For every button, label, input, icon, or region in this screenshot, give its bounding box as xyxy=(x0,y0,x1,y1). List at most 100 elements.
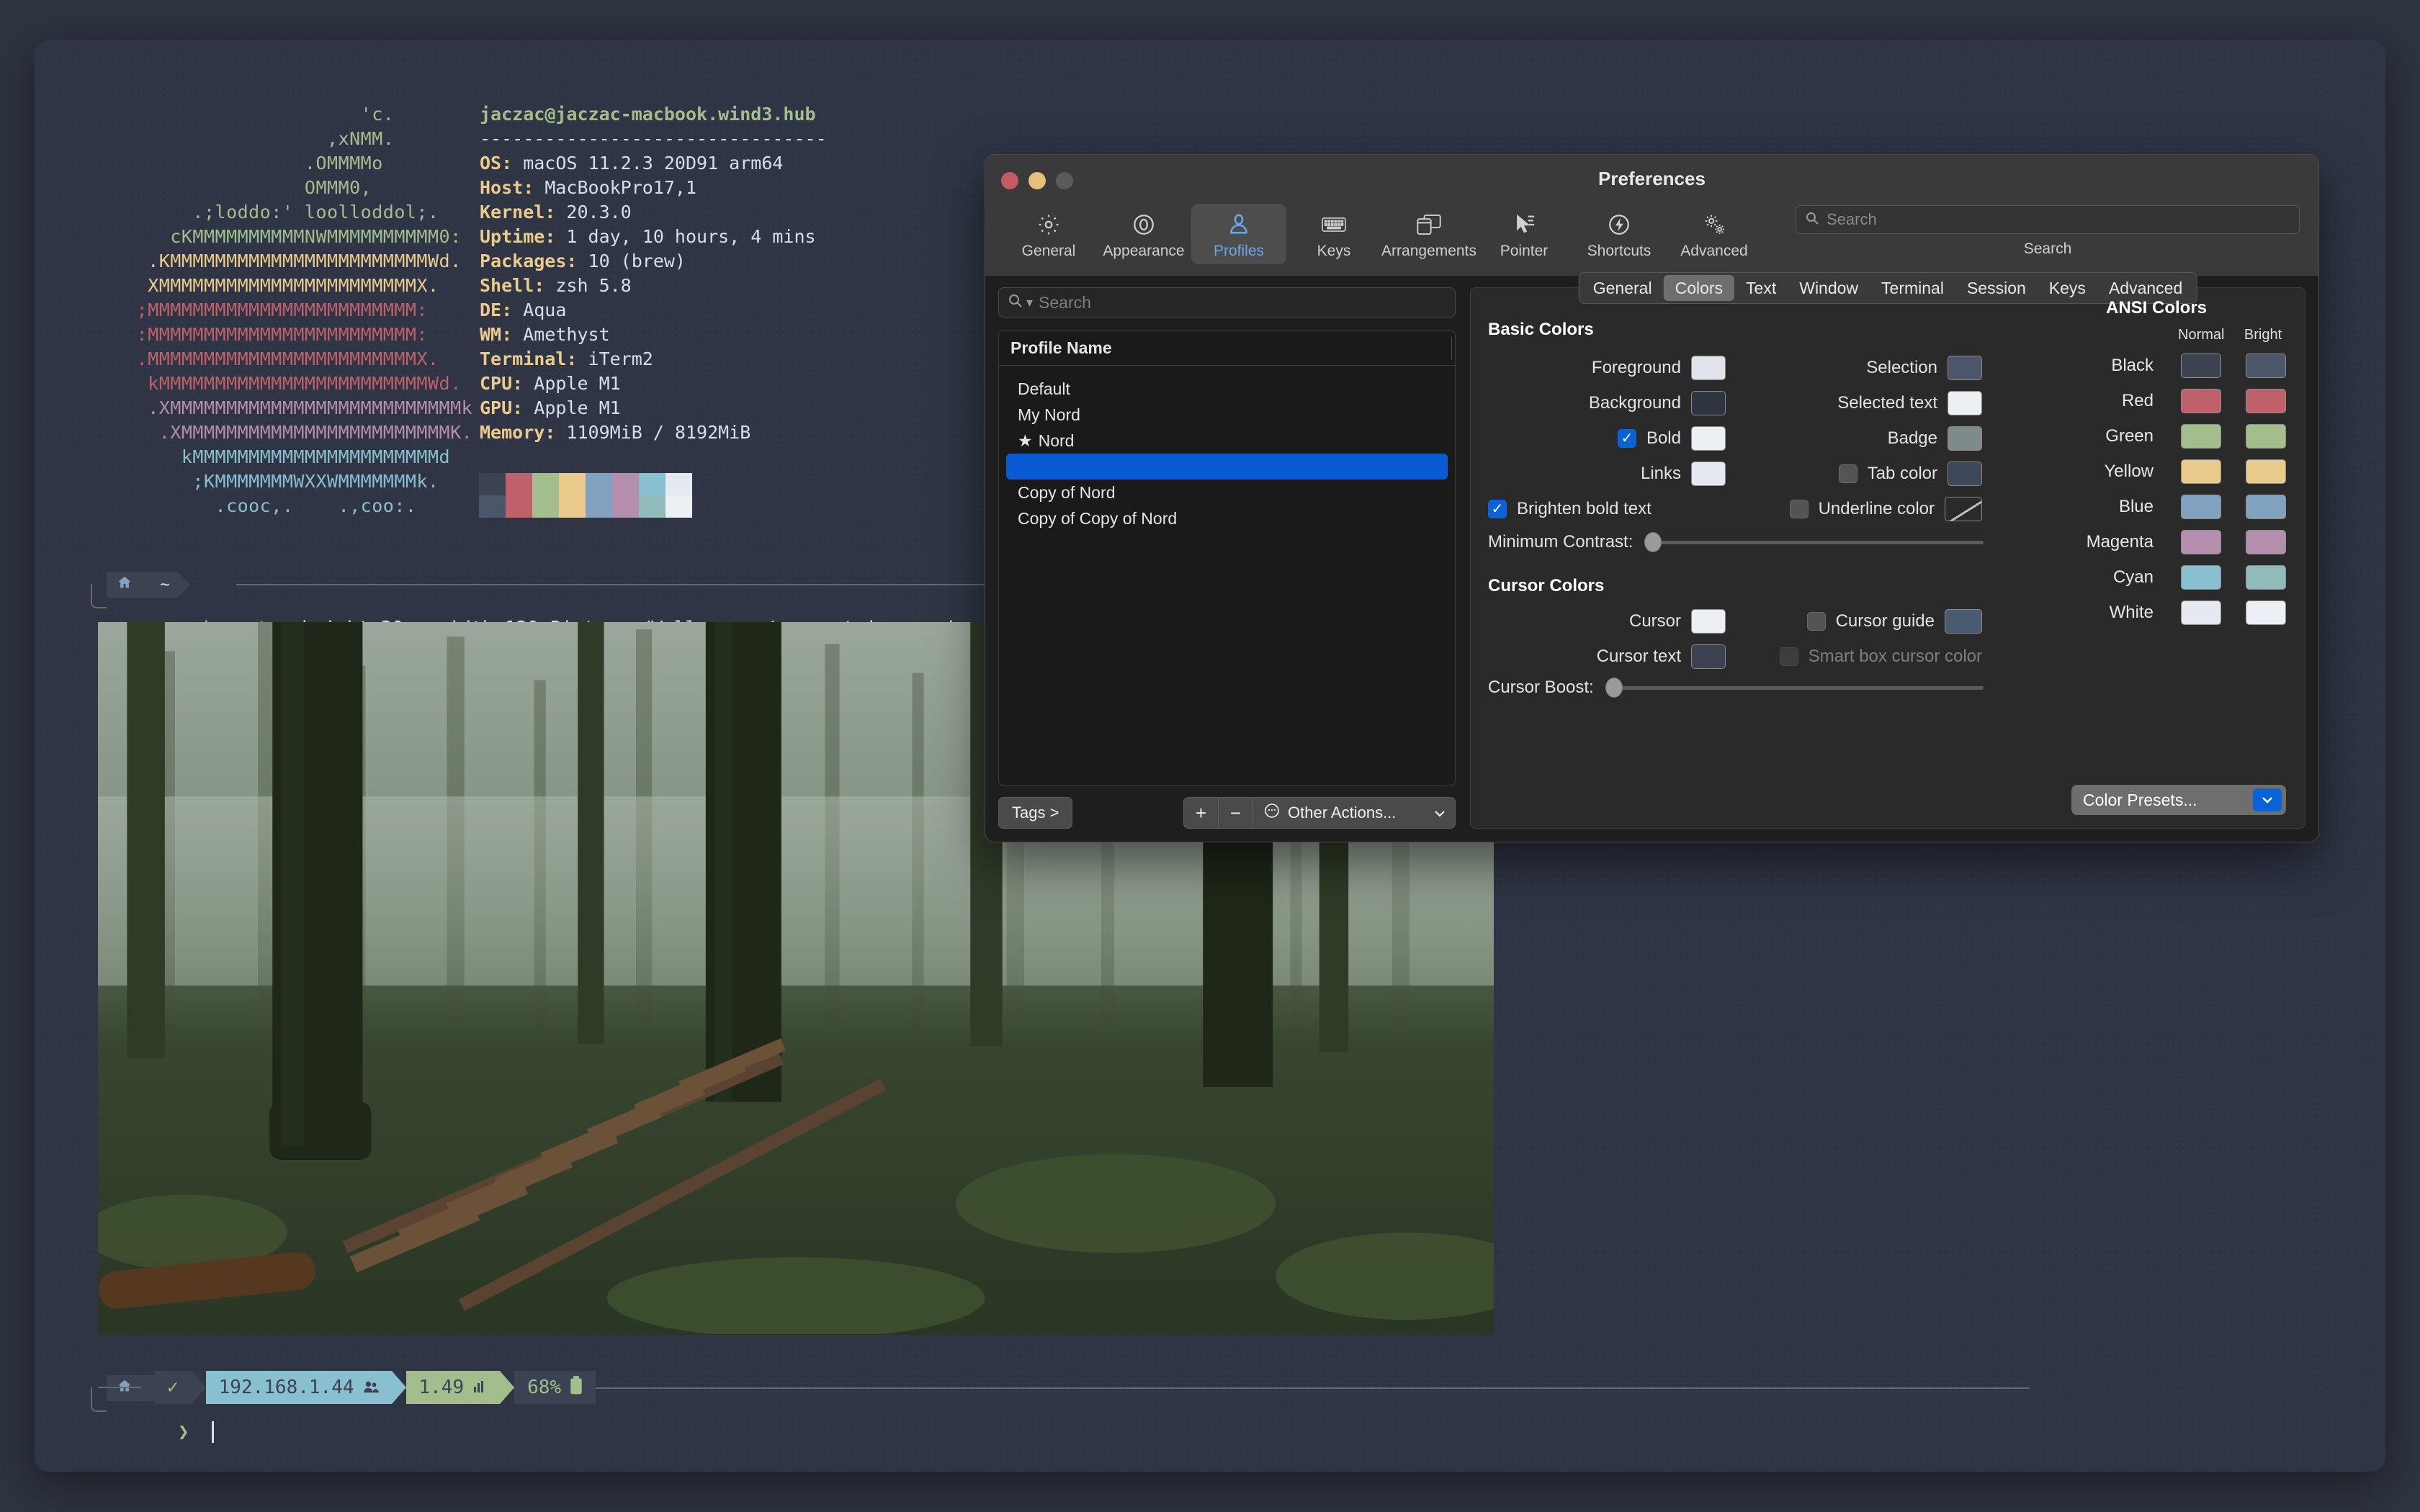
profile-list-item[interactable]: My Nord xyxy=(1006,402,1448,428)
ansi-swatch-bright[interactable] xyxy=(2246,423,2286,449)
color-swatch[interactable] xyxy=(1948,355,1982,380)
toolbar-item-pointer[interactable]: Pointer xyxy=(1476,204,1572,264)
toolbar-item-keys[interactable]: Keys xyxy=(1286,204,1381,264)
color-swatch[interactable] xyxy=(1948,426,1982,451)
ascii-line: OMMM0, xyxy=(103,177,372,198)
toolbar-item-advanced[interactable]: Advanced xyxy=(1667,204,1762,264)
ansi-swatch-normal[interactable] xyxy=(2181,388,2221,413)
color-swatch[interactable] xyxy=(1691,355,1726,380)
ansi-swatch-normal[interactable] xyxy=(2181,353,2221,378)
toolbar-item-appearance[interactable]: Appearance xyxy=(1096,204,1191,264)
add-profile-button[interactable]: + xyxy=(1184,798,1219,828)
search-input[interactable]: Search xyxy=(1796,205,2300,234)
gear-icon xyxy=(1036,210,1061,240)
profiles-rows: Default My Nord ★ Nord Copy of Nord Copy of C… xyxy=(999,366,1455,531)
slider-knob[interactable] xyxy=(1605,678,1623,698)
color-row-tab-color: Tab color xyxy=(1744,456,1982,491)
neofetch-entry: Memory: 1109MiB / 8192MiB xyxy=(480,420,827,445)
eye-icon xyxy=(1131,210,1156,240)
neofetch-entry-key: Kernel: xyxy=(480,202,556,222)
underline-color-checkbox[interactable] xyxy=(1789,499,1809,518)
toolbar-item-general[interactable]: General xyxy=(1001,204,1096,264)
slider-knob[interactable] xyxy=(1644,532,1662,552)
ansi-swatch-normal[interactable] xyxy=(2181,564,2221,590)
profile-list-item[interactable]: Default xyxy=(1006,376,1448,402)
underline-color-swatch[interactable] xyxy=(1945,496,1982,521)
neofetch-userhost: jaczac@jaczac-macbook.wind3.hub xyxy=(480,104,816,125)
toolbar-search-group: Search Search xyxy=(1796,205,2300,258)
slider-track xyxy=(1605,685,1984,690)
cursor-guide-swatch[interactable] xyxy=(1945,608,1982,634)
toolbar-item-profiles[interactable]: Profiles xyxy=(1191,204,1286,264)
palette-swatch xyxy=(506,495,532,518)
color-swatch[interactable] xyxy=(1691,608,1726,634)
ansi-swatch-bright[interactable] xyxy=(2246,388,2286,413)
other-actions-button[interactable]: Other Actions... xyxy=(1253,798,1455,828)
status-ok: ✓ xyxy=(154,1371,192,1404)
search-caption: Search xyxy=(2023,240,2072,257)
palette-swatch xyxy=(559,473,586,495)
toolbar-item-shortcuts[interactable]: Shortcuts xyxy=(1572,204,1667,264)
command-line-2: ❯ xyxy=(110,1400,225,1464)
profiles-search-input[interactable]: ▾ Search xyxy=(998,287,1456,318)
profile-list-item[interactable] xyxy=(1006,454,1448,480)
ascii-line: .XMMMMMMMMMMMMMMMMMMMMMMMMK. xyxy=(103,422,473,443)
ascii-line: kMMMMMMMMMMMMMMMMMMMMMMd xyxy=(103,446,451,467)
brighten-bold-checkbox[interactable]: ✓ xyxy=(1488,499,1507,518)
profile-list-item[interactable]: ★ Nord xyxy=(1006,428,1448,454)
tab-color-checkbox[interactable] xyxy=(1838,464,1857,483)
neofetch-entry-value: iTerm2 xyxy=(577,348,653,369)
ascii-line: .;loddo:' loolloddol;. xyxy=(103,202,439,222)
ansi-row-red: Red xyxy=(2027,383,2286,418)
toolbar-item-arrangements[interactable]: Arrangements xyxy=(1381,204,1476,264)
color-swatch[interactable] xyxy=(1691,390,1726,415)
ansi-swatch-bright[interactable] xyxy=(2246,353,2286,378)
palette-swatch xyxy=(479,495,506,518)
ansi-swatch-normal[interactable] xyxy=(2181,494,2221,519)
profile-list-item[interactable]: Copy of Copy of Nord xyxy=(1006,505,1448,531)
profiles-list[interactable]: Profile Name Default My Nord ★ Nord Copy of … xyxy=(998,330,1456,786)
palette-swatch xyxy=(639,473,666,495)
profile-list-item[interactable]: Copy of Nord xyxy=(1006,480,1448,505)
desktop: 'c. ,xNMM. .OMMMMo OMMM0, .;loddo:' lool… xyxy=(0,0,2420,1512)
ansi-swatch-bright[interactable] xyxy=(2246,600,2286,625)
cursor-boost-slider[interactable] xyxy=(1605,677,1984,698)
ansi-swatch-bright[interactable] xyxy=(2246,494,2286,519)
color-swatch[interactable] xyxy=(1948,390,1982,415)
status-sep-2 xyxy=(391,1371,406,1404)
color-presets-button[interactable]: Color Presets... xyxy=(2071,785,2286,815)
ansi-swatch-bright[interactable] xyxy=(2246,459,2286,484)
chevron-down-icon: ▾ xyxy=(1026,294,1034,310)
ansi-swatch-normal[interactable] xyxy=(2181,459,2221,484)
tags-button[interactable]: Tags > xyxy=(998,797,1073,829)
ansi-row-label: White xyxy=(2109,602,2154,622)
ansi-swatch-normal[interactable] xyxy=(2181,423,2221,449)
neofetch-entry-key: DE: xyxy=(480,300,513,320)
smart-box-row: Smart box cursor color xyxy=(1744,639,1982,674)
profiles-column-header[interactable]: Profile Name xyxy=(999,331,1455,366)
preferences-body: ▾ Search Profile Name Default My Nord ★ Nor… xyxy=(985,272,2318,842)
cursor-guide-checkbox[interactable] xyxy=(1806,611,1826,631)
smart-box-checkbox[interactable] xyxy=(1779,647,1798,666)
color-swatch[interactable] xyxy=(1691,461,1726,486)
toolbar-item-label: Keys xyxy=(1317,243,1351,259)
minimum-contrast-slider[interactable] xyxy=(1644,531,1984,553)
status-sep-0 xyxy=(141,1371,154,1404)
status-sep-3 xyxy=(500,1371,515,1404)
remove-profile-button[interactable]: − xyxy=(1219,798,1253,828)
preferences-titlebar: Preferences xyxy=(985,155,2318,204)
color-swatch[interactable] xyxy=(1691,644,1726,669)
other-actions-label: Other Actions... xyxy=(1288,804,1397,822)
ansi-swatch-normal[interactable] xyxy=(2181,600,2221,625)
cursor-colors-left: Cursor Cursor text xyxy=(1488,603,1726,674)
profiles-column-header-label: Profile Name xyxy=(1010,338,1112,357)
chevron-down-icon[interactable] xyxy=(2253,788,2282,811)
ansi-swatch-bright[interactable] xyxy=(2246,564,2286,590)
bold-checkbox[interactable]: ✓ xyxy=(1617,428,1636,448)
ansi-column-headers: Normal Bright xyxy=(2027,327,2286,343)
color-swatch[interactable] xyxy=(1691,426,1726,451)
ansi-swatch-normal[interactable] xyxy=(2181,529,2221,554)
ansi-swatch-bright[interactable] xyxy=(2246,529,2286,554)
neofetch-entry-key: WM: xyxy=(480,324,513,345)
color-swatch[interactable] xyxy=(1948,461,1982,486)
